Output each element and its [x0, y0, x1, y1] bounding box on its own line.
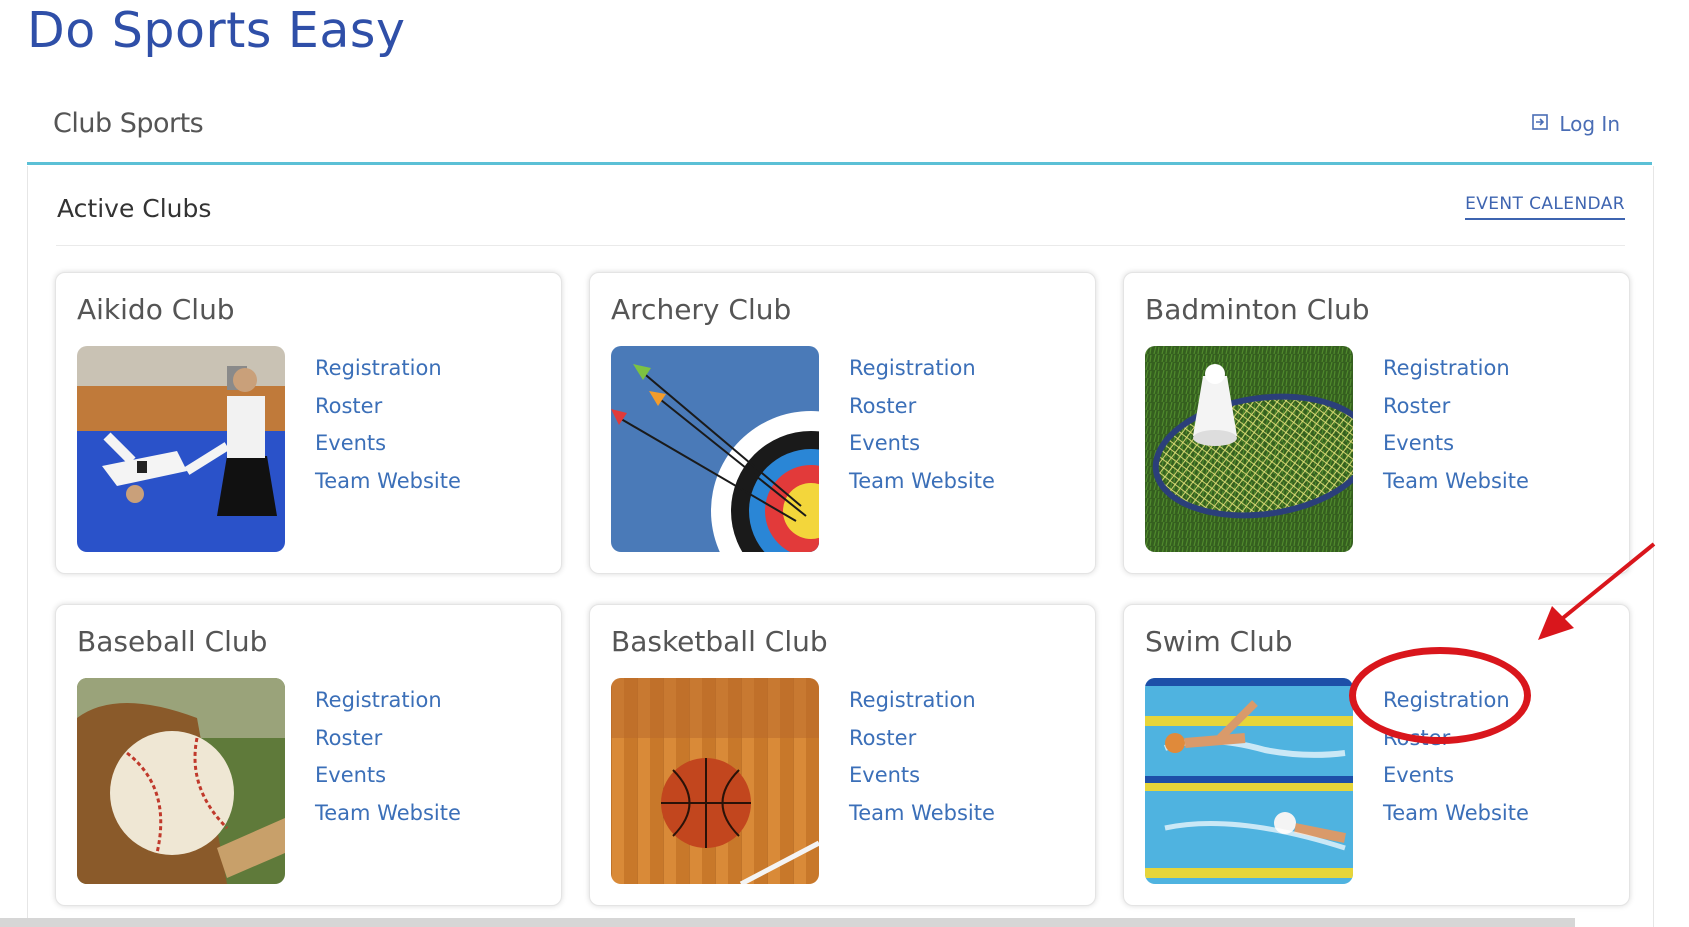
- registration-link[interactable]: Registration: [315, 350, 461, 388]
- club-name: Aikido Club: [77, 293, 235, 326]
- horizontal-scrollbar[interactable]: [0, 918, 1575, 927]
- club-name: Swim Club: [1145, 625, 1293, 658]
- registration-link[interactable]: Registration: [315, 682, 461, 720]
- team-website-link[interactable]: Team Website: [849, 463, 995, 501]
- aikido-image: [77, 346, 285, 552]
- club-card-aikido: Aikido Club Registration Roster Events T…: [55, 272, 562, 574]
- roster-link[interactable]: Roster: [849, 388, 995, 426]
- swim-image: [1145, 678, 1353, 884]
- registration-link[interactable]: Registration: [1383, 350, 1529, 388]
- header-bar: Club Sports Log In: [27, 90, 1652, 165]
- club-name: Basketball Club: [611, 625, 828, 658]
- club-name: Badminton Club: [1145, 293, 1370, 326]
- club-card-baseball: Baseball Club Registration Roster Events…: [55, 604, 562, 906]
- club-card-badminton: Badminton Club Registration Roster Event…: [1123, 272, 1630, 574]
- team-website-link[interactable]: Team Website: [1383, 463, 1529, 501]
- event-calendar-link[interactable]: EVENT CALENDAR: [1465, 194, 1625, 220]
- basketball-image: [611, 678, 819, 884]
- section-title[interactable]: Club Sports: [53, 108, 204, 139]
- events-link[interactable]: Events: [1383, 757, 1529, 795]
- badminton-image: [1145, 346, 1353, 552]
- club-card-basketball: Basketball Club Registration Roster Even…: [589, 604, 1096, 906]
- club-name: Archery Club: [611, 293, 792, 326]
- arrow-icon: [1538, 542, 1656, 640]
- club-name: Baseball Club: [77, 625, 268, 658]
- login-icon: [1531, 112, 1549, 136]
- events-link[interactable]: Events: [849, 757, 995, 795]
- club-links: Registration Roster Events Team Website: [849, 682, 995, 832]
- divider: [56, 245, 1625, 246]
- events-link[interactable]: Events: [315, 425, 461, 463]
- registration-link[interactable]: Registration: [1383, 682, 1529, 720]
- events-link[interactable]: Events: [1383, 425, 1529, 463]
- roster-link[interactable]: Roster: [315, 720, 461, 758]
- club-links: Registration Roster Events Team Website: [315, 350, 461, 500]
- team-website-link[interactable]: Team Website: [1383, 795, 1529, 833]
- team-website-link[interactable]: Team Website: [849, 795, 995, 833]
- site-title: Do Sports Easy: [27, 2, 406, 59]
- club-links: Registration Roster Events Team Website: [1383, 682, 1529, 832]
- club-card-swim: Swim Club Registration Roster Events Tea…: [1123, 604, 1630, 906]
- club-links: Registration Roster Events Team Website: [849, 350, 995, 500]
- login-link[interactable]: Log In: [1531, 112, 1620, 136]
- baseball-image: [77, 678, 285, 884]
- registration-link[interactable]: Registration: [849, 682, 995, 720]
- team-website-link[interactable]: Team Website: [315, 795, 461, 833]
- login-label: Log In: [1559, 112, 1620, 136]
- club-links: Registration Roster Events Team Website: [1383, 350, 1529, 500]
- roster-link[interactable]: Roster: [1383, 720, 1529, 758]
- team-website-link[interactable]: Team Website: [315, 463, 461, 501]
- roster-link[interactable]: Roster: [315, 388, 461, 426]
- roster-link[interactable]: Roster: [1383, 388, 1529, 426]
- registration-link[interactable]: Registration: [849, 350, 995, 388]
- archery-image: [611, 346, 819, 552]
- events-link[interactable]: Events: [849, 425, 995, 463]
- club-links: Registration Roster Events Team Website: [315, 682, 461, 832]
- events-link[interactable]: Events: [315, 757, 461, 795]
- roster-link[interactable]: Roster: [849, 720, 995, 758]
- panel-title: Active Clubs: [57, 194, 212, 223]
- club-card-archery: Archery Club Registration Roster Events …: [589, 272, 1096, 574]
